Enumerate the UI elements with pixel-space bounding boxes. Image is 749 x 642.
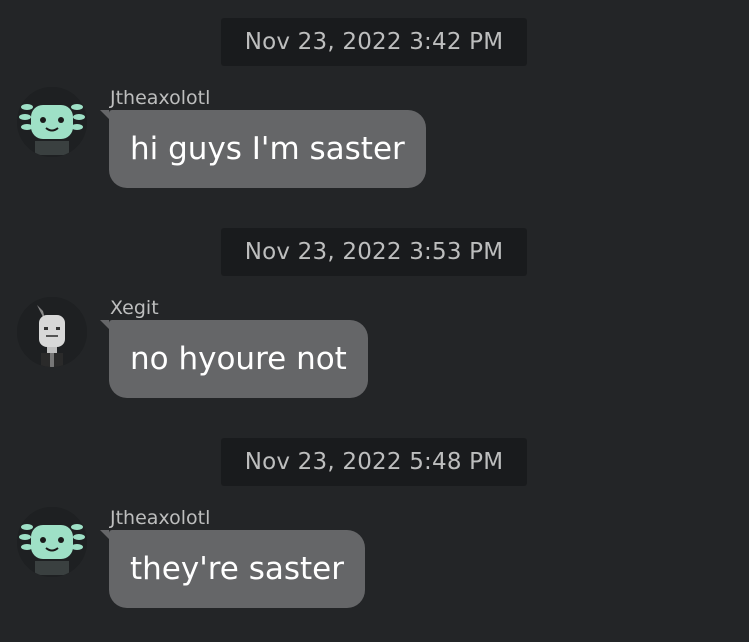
robot-avatar-icon[interactable] bbox=[17, 297, 87, 367]
timestamp-divider: Nov 23, 2022 3:53 PM bbox=[221, 228, 527, 276]
axolotl-avatar-icon[interactable] bbox=[17, 87, 87, 157]
username[interactable]: Xegit bbox=[110, 295, 159, 321]
axolotl-avatar-icon[interactable] bbox=[17, 507, 87, 577]
message-bubble: no hyoure not bbox=[100, 320, 368, 398]
username[interactable]: Jtheaxolotl bbox=[110, 505, 210, 531]
message-bubble: hi guys I'm saster bbox=[100, 110, 426, 188]
message-bubble: they're saster bbox=[99, 530, 366, 608]
chat-history[interactable]: Nov 23, 2022 3:42 PM Jtheaxolotl hi guys… bbox=[0, 0, 749, 642]
timestamp-divider: Nov 23, 2022 3:42 PM bbox=[221, 18, 527, 66]
message-group: Nov 23, 2022 5:48 PM Jtheaxolotl they're… bbox=[0, 420, 749, 630]
timestamp-divider: Nov 23, 2022 5:48 PM bbox=[221, 438, 527, 486]
message-group: Nov 23, 2022 3:53 PM Xegit no hyoure not bbox=[0, 210, 749, 420]
username[interactable]: Jtheaxolotl bbox=[110, 85, 210, 111]
message-group: Nov 23, 2022 3:42 PM Jtheaxolotl hi guys… bbox=[0, 0, 749, 210]
